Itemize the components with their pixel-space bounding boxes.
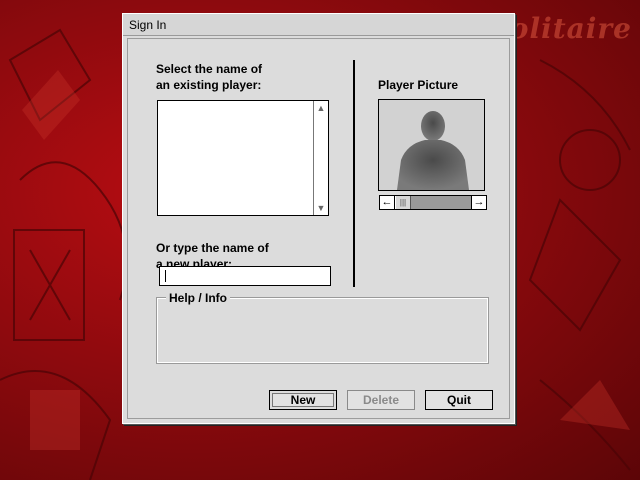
- sign-in-dialog: Sign In Select the name of an existing p…: [122, 13, 515, 424]
- player-picture: [378, 99, 485, 191]
- delete-button[interactable]: Delete: [347, 390, 415, 410]
- quit-button[interactable]: Quit: [425, 390, 493, 410]
- scroll-down-arrow-icon[interactable]: ▼: [314, 201, 328, 215]
- new-button[interactable]: New: [269, 390, 337, 410]
- existing-player-label-line2: an existing player:: [156, 78, 262, 92]
- new-player-name-input[interactable]: [159, 266, 331, 286]
- existing-player-list[interactable]: ▲ ▼: [157, 100, 329, 216]
- vertical-divider: [353, 60, 355, 287]
- help-info-group: Help / Info: [156, 291, 489, 364]
- picture-scrollbar[interactable]: ← ||| →: [379, 195, 487, 210]
- player-list-scrollbar[interactable]: ▲ ▼: [313, 101, 328, 215]
- left-arrow-icon[interactable]: ←: [380, 196, 395, 209]
- text-caret: [165, 270, 166, 282]
- existing-player-label-line1: Select the name of: [156, 62, 263, 76]
- dialog-title: Sign In: [129, 18, 167, 32]
- help-info-label: Help / Info: [166, 291, 230, 305]
- right-arrow-icon[interactable]: →: [471, 196, 486, 209]
- player-silhouette-icon: [397, 111, 469, 190]
- dialog-body: Select the name of an existing player: ▲…: [127, 38, 510, 419]
- title-bar[interactable]: Sign In: [123, 14, 514, 36]
- scroll-up-arrow-icon[interactable]: ▲: [314, 101, 328, 115]
- existing-player-label: Select the name of an existing player:: [156, 61, 262, 93]
- picture-scroll-thumb[interactable]: |||: [395, 196, 411, 209]
- player-picture-label: Player Picture: [378, 78, 459, 92]
- new-player-label-line1: Or type the name of: [156, 241, 269, 255]
